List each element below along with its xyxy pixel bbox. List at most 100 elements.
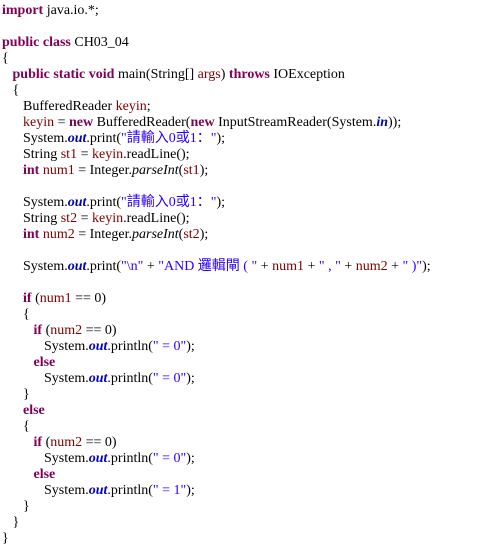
- string-token: " = 0": [152, 371, 187, 386]
- variable-token: st2: [60, 211, 78, 226]
- code-token: =: [54, 115, 70, 130]
- code-token: {: [2, 419, 30, 434]
- code-line[interactable]: System.out.println(" = 1");: [2, 483, 431, 499]
- code-line[interactable]: [2, 179, 431, 195]
- keyword-token: class: [42, 35, 71, 50]
- keyword-token: static: [53, 67, 86, 82]
- code-token: }: [2, 515, 20, 530]
- code-token: .println(: [107, 451, 153, 466]
- variable-token: keyin: [115, 99, 147, 114]
- code-token: System.: [2, 339, 89, 354]
- code-editor[interactable]: import java.io.*; public class CH03_04{ …: [2, 3, 431, 547]
- code-line[interactable]: System.out.print("請輸入0或1：");: [2, 131, 431, 147]
- code-line[interactable]: System.out.print("\n" + "AND 邏輯閘 ( " + n…: [2, 259, 431, 275]
- variable-token: num2: [42, 227, 75, 242]
- code-token: );: [216, 195, 226, 210]
- code-line[interactable]: else: [2, 403, 431, 419]
- code-line[interactable]: [2, 19, 431, 35]
- field-token: out: [67, 259, 87, 274]
- variable-token: num2: [355, 259, 388, 274]
- string-token: " )": [402, 259, 423, 274]
- code-line[interactable]: System.out.print("請輸入0或1：");: [2, 195, 431, 211]
- keyword-token: public: [12, 67, 50, 82]
- code-token: .readLine();: [123, 211, 190, 226]
- code-line[interactable]: if (num1 == 0): [2, 291, 431, 307]
- code-line[interactable]: String st2 = keyin.readLine();: [2, 211, 431, 227]
- code-token: +: [143, 259, 159, 274]
- field-token: out: [67, 195, 87, 210]
- code-line[interactable]: System.out.println(" = 0");: [2, 451, 431, 467]
- code-line[interactable]: BufferedReader keyin;: [2, 99, 431, 115]
- code-line[interactable]: {: [2, 51, 431, 67]
- code-line[interactable]: else: [2, 467, 431, 483]
- code-token: +: [304, 259, 319, 274]
- keyword-token: else: [33, 355, 56, 370]
- code-token: );: [199, 227, 209, 242]
- code-line[interactable]: if (num2 == 0): [2, 323, 431, 339]
- code-token: .print(: [86, 195, 122, 210]
- code-line[interactable]: import java.io.*;: [2, 3, 431, 19]
- string-token: " , ": [318, 259, 341, 274]
- variable-token: num2: [50, 435, 83, 450]
- code-line[interactable]: System.out.println(" = 0");: [2, 339, 431, 355]
- code-line[interactable]: }: [2, 387, 431, 403]
- code-line[interactable]: else: [2, 355, 431, 371]
- code-token: +: [340, 259, 356, 274]
- code-line[interactable]: keyin = new BufferedReader(new InputStre…: [2, 115, 431, 131]
- code-line[interactable]: System.out.println(" = 0");: [2, 371, 431, 387]
- code-token: main(String[]: [114, 67, 198, 82]
- code-line[interactable]: public static void main(String[] args) t…: [2, 67, 431, 83]
- code-line[interactable]: if (num2 == 0): [2, 435, 431, 451]
- code-line[interactable]: {: [2, 307, 431, 323]
- code-token: );: [186, 339, 195, 354]
- code-line[interactable]: [2, 275, 431, 291]
- code-token: (: [42, 435, 51, 450]
- code-token: (: [31, 291, 40, 306]
- variable-token: keyin: [23, 115, 55, 130]
- code-token: );: [186, 483, 195, 498]
- code-line[interactable]: [2, 243, 431, 259]
- variable-token: num1: [272, 259, 304, 274]
- code-token: );: [422, 259, 431, 274]
- field-token: out: [88, 371, 108, 386]
- code-token: =: [77, 147, 92, 162]
- keyword-token: public: [2, 35, 40, 50]
- code-line[interactable]: public class CH03_04: [2, 35, 431, 51]
- code-token: System.: [2, 195, 68, 210]
- code-token: String: [2, 211, 61, 226]
- code-line[interactable]: String st1 = keyin.readLine();: [2, 147, 431, 163]
- code-token: = Integer.: [74, 227, 132, 242]
- code-token: );: [186, 371, 195, 386]
- variable-token: num2: [50, 323, 83, 338]
- string-token: "請輸入0或1：": [121, 195, 217, 210]
- code-token: System.: [2, 483, 89, 498]
- code-token: BufferedReader(: [93, 115, 191, 130]
- code-token: .print(: [86, 131, 122, 146]
- code-token: System.: [2, 131, 68, 146]
- code-token: .print(: [86, 259, 122, 274]
- variable-token: st2: [183, 227, 200, 242]
- code-token: IOException: [269, 67, 345, 82]
- code-line[interactable]: int num2 = Integer.parseInt(st2);: [2, 227, 431, 243]
- keyword-token: int: [23, 227, 40, 242]
- keyword-token: void: [88, 67, 115, 82]
- code-line[interactable]: int num1 = Integer.parseInt(st1);: [2, 163, 431, 179]
- code-token: {: [2, 307, 30, 322]
- code-token: );: [199, 163, 209, 178]
- code-line[interactable]: }: [2, 515, 431, 531]
- keyword-token: int: [23, 163, 40, 178]
- code-line[interactable]: }: [2, 531, 431, 547]
- code-token: );: [186, 451, 195, 466]
- code-line[interactable]: {: [2, 419, 431, 435]
- code-line[interactable]: {: [2, 83, 431, 99]
- field-token: out: [67, 131, 87, 146]
- code-line[interactable]: }: [2, 499, 431, 515]
